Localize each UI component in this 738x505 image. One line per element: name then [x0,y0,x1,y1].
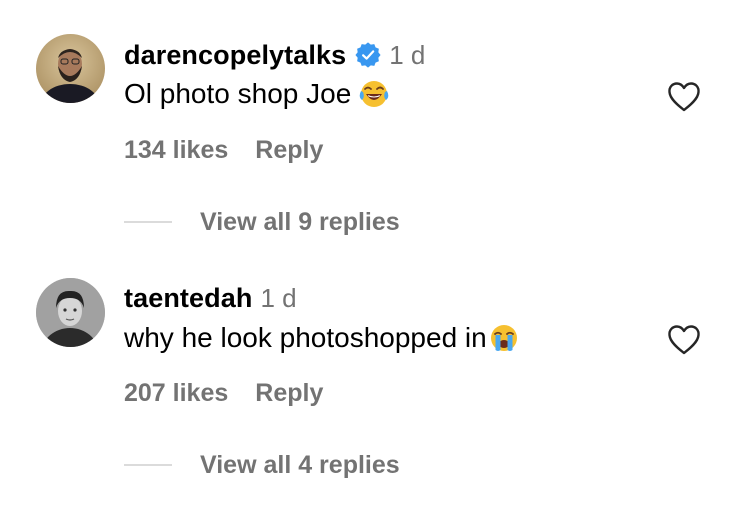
view-replies-button[interactable]: View all 4 replies [124,448,400,482]
avatar[interactable] [36,278,105,347]
reply-button[interactable]: Reply [255,136,323,165]
verified-badge-icon [355,42,381,68]
divider [124,464,172,466]
comment-body: Ol photo shop Joe [124,78,352,109]
timestamp: 1 d [389,39,426,70]
divider [124,221,172,223]
view-replies-button[interactable]: View all 9 replies [124,205,400,239]
comment-meta: 207 likes Reply [124,376,323,410]
loudly-crying-face-icon [489,323,519,353]
view-replies-label: View all 4 replies [200,450,400,479]
face-with-tears-of-joy-icon [359,79,389,109]
username[interactable]: taentedah [124,283,252,314]
comment-text: why he look photoshopped in [124,320,519,356]
view-replies-label: View all 9 replies [200,207,400,236]
like-heart-icon[interactable] [667,81,701,113]
comment-item: darencopelytalks 1 d Ol photo shop Joe 1… [0,0,738,243]
timestamp: 1 d [260,282,297,313]
username[interactable]: darencopelytalks [124,40,346,71]
like-heart-icon[interactable] [667,324,701,356]
likes-count[interactable]: 207 likes [124,379,228,408]
avatar[interactable] [36,34,105,103]
comment-item: taentedah 1 d why he look photoshopped i… [0,243,738,486]
reply-button[interactable]: Reply [255,379,323,408]
comment-meta: 134 likes Reply [124,133,323,167]
comment-text: Ol photo shop Joe [124,76,389,112]
comment-body: why he look photoshopped in [124,322,487,353]
comment-header: taentedah 1 d [124,281,297,315]
likes-count[interactable]: 134 likes [124,136,228,165]
comment-header: darencopelytalks 1 d [124,38,425,72]
